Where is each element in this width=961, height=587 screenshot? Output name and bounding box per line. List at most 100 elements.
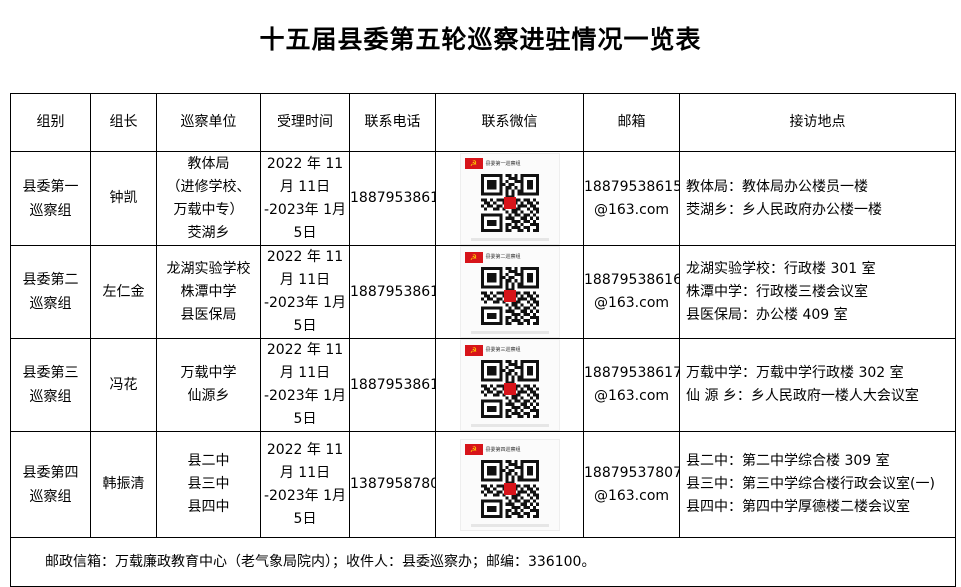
contact-wechat: ☭ 县委第一巡察组 bbox=[435, 151, 584, 246]
group-label: 县委第四巡察组 bbox=[22, 464, 79, 505]
acceptance-time: 2022 年 11 月 11日 -2023年 1月 5日 bbox=[260, 151, 350, 246]
email-line: 18879538615 bbox=[584, 178, 680, 195]
time-line: -2023年 1月 bbox=[263, 487, 347, 504]
inspected-units: 教体局 （进修学校、 万载中专） 茭湖乡 bbox=[156, 151, 261, 246]
contact-wechat: ☭ 县委第三巡察组 bbox=[435, 338, 584, 432]
party-emblem-icon: ☭ bbox=[464, 444, 483, 455]
table-row: 县委第三巡察组 冯花 万载中学 仙源乡 2022 年 11 月 11日 -2023年 1月 5… bbox=[10, 338, 956, 432]
time-line: 5日 bbox=[293, 224, 317, 241]
header-units: 巡察单位 bbox=[156, 93, 261, 152]
email-line: @163.com bbox=[593, 487, 670, 504]
page-title: 十五届县委第五轮巡察进驻情况一览表 bbox=[259, 25, 702, 54]
qr-code-icon bbox=[480, 459, 539, 518]
unit-name: 教体局 bbox=[187, 155, 230, 172]
address-line: 茭湖乡：乡人民政府办公楼一楼 bbox=[686, 201, 882, 218]
contact-email: 18879537807 @163.com bbox=[583, 431, 680, 538]
time-line: 2022 年 11 bbox=[266, 441, 344, 458]
wechat-qr-card: ☭ 县委第三巡察组 bbox=[459, 339, 560, 431]
mailing-info: 邮政信箱：万载廉政教育中心（老气象局院内）；收件人：县委巡察办；邮编：33610… bbox=[10, 537, 956, 587]
unit-name: 茭湖乡 bbox=[187, 224, 230, 241]
qr-account-name: 县委第四巡察组 bbox=[485, 446, 521, 453]
group-leader: 钟凯 bbox=[90, 151, 157, 246]
time-line: 5日 bbox=[293, 411, 317, 427]
email-line: @163.com bbox=[593, 388, 670, 404]
inspected-units: 县二中 县三中 县四中 bbox=[156, 431, 261, 538]
table-row: 县委第二巡察组 左仁金 龙湖实验学校 株潭中学 县医保局 2022 年 11 月 11日 -2… bbox=[10, 245, 956, 339]
contact-wechat: ☭ 县委第四巡察组 bbox=[435, 431, 584, 538]
qr-account-name: 县委第一巡察组 bbox=[485, 160, 521, 167]
wechat-qr-card: ☭ 县委第一巡察组 bbox=[459, 152, 560, 245]
contact-email: 18879538615 @163.com bbox=[583, 151, 680, 246]
unit-name: 万载中专） bbox=[173, 201, 244, 218]
address-line: 县三中：第三中学综合楼行政会议室(一) bbox=[686, 476, 935, 492]
visit-locations: 教体局：教体局办公楼员一楼 茭湖乡：乡人民政府办公楼一楼 bbox=[679, 151, 956, 246]
time-line: 5日 bbox=[293, 510, 317, 527]
contact-phone: 18879538617 bbox=[349, 338, 436, 432]
qr-code-icon bbox=[480, 267, 539, 325]
time-line: 月 11日 bbox=[279, 365, 331, 381]
address-line: 株潭中学：行政楼三楼会议室 bbox=[686, 283, 868, 300]
contact-phone: 18879538615 bbox=[349, 151, 436, 246]
qr-code-icon bbox=[480, 173, 539, 232]
group-label: 县委第三巡察组 bbox=[22, 365, 79, 405]
group-leader: 左仁金 bbox=[90, 245, 157, 339]
time-line: 2022 年 11 bbox=[266, 342, 344, 358]
header-phone: 联系电话 bbox=[349, 93, 436, 152]
qr-account-name: 县委第二巡察组 bbox=[485, 254, 521, 260]
qr-code-icon bbox=[480, 360, 539, 418]
header-wechat: 联系微信 bbox=[435, 93, 584, 152]
unit-name: 县二中 bbox=[187, 453, 230, 469]
wechat-qr-card: ☭ 县委第二巡察组 bbox=[459, 246, 560, 338]
qr-account-name: 县委第三巡察组 bbox=[485, 347, 521, 353]
unit-name: 县三中 bbox=[187, 476, 230, 492]
address-line: 仙 源 乡：乡人民政府一楼人大会议室 bbox=[686, 388, 919, 404]
unit-name: 万载中学 bbox=[180, 365, 237, 381]
group-name: 县委第三巡察组 bbox=[10, 338, 91, 432]
header-leader: 组长 bbox=[90, 93, 157, 152]
visit-locations: 县二中：第二中学综合楼 309 室县三中：第三中学综合楼行政会议室(一) 县四中：… bbox=[679, 431, 956, 538]
party-emblem-icon: ☭ bbox=[464, 158, 483, 169]
address-line: 县二中：第二中学综合楼 309 室 bbox=[686, 453, 890, 469]
time-line: 5日 bbox=[293, 318, 317, 334]
unit-name: 仙源乡 bbox=[187, 388, 230, 404]
group-name: 县委第四巡察组 bbox=[10, 431, 91, 538]
group-leader: 冯花 bbox=[90, 338, 157, 432]
header-time: 受理时间 bbox=[260, 93, 350, 152]
email-line: 18879537807 bbox=[584, 464, 680, 481]
time-line: 月 11日 bbox=[279, 178, 331, 195]
contact-email: 18879538617 @163.com bbox=[583, 338, 680, 432]
contact-phone: 13879587807 bbox=[349, 431, 436, 538]
unit-name: 县四中 bbox=[187, 499, 230, 515]
header-group: 组别 bbox=[10, 93, 91, 152]
footer-row: 邮政信箱：万载廉政教育中心（老气象局院内）；收件人：县委巡察办；邮编：33610… bbox=[10, 537, 956, 587]
acceptance-time: 2022 年 11 月 11日 -2023年 1月 5日 bbox=[260, 245, 350, 339]
unit-name: 龙湖实验学校 bbox=[166, 260, 251, 277]
unit-name: 株潭中学 bbox=[180, 283, 237, 300]
email-line: @163.com bbox=[593, 201, 670, 218]
group-name: 县委第一巡察组 bbox=[10, 151, 91, 246]
time-line: 月 11日 bbox=[279, 272, 331, 288]
wechat-qr-card: ☭ 县委第四巡察组 bbox=[459, 438, 560, 531]
header-address: 接访地点 bbox=[679, 93, 956, 152]
time-line: 2022 年 11 bbox=[266, 155, 344, 172]
inspection-table: 组别 组长 巡察单位 受理时间 联系电话 联系微信 邮箱 接访地点 县委第一巡察… bbox=[10, 93, 956, 587]
time-line: -2023年 1月 bbox=[263, 201, 347, 218]
unit-name: （进修学校、 bbox=[166, 178, 251, 195]
group-label: 县委第一巡察组 bbox=[22, 178, 79, 219]
table-row: 县委第四巡察组 韩振清 县二中 县三中 县四中 2022 年 11 月 11日 -2023年 … bbox=[10, 431, 956, 538]
group-leader: 韩振清 bbox=[90, 431, 157, 538]
visit-locations: 龙湖实验学校：行政楼 301 室株潭中学：行政楼三楼会议室 县医保局：办公楼 40… bbox=[679, 245, 956, 339]
address-line: 万载中学：万载中学行政楼 302 室 bbox=[686, 365, 904, 381]
email-line: 18879538616 bbox=[584, 272, 680, 288]
unit-name: 县医保局 bbox=[180, 306, 237, 323]
time-line: -2023年 1月 bbox=[263, 388, 347, 404]
party-emblem-icon: ☭ bbox=[464, 344, 483, 356]
group-name: 县委第二巡察组 bbox=[10, 245, 91, 339]
header-email: 邮箱 bbox=[583, 93, 680, 152]
address-line: 龙湖实验学校：行政楼 301 室 bbox=[686, 260, 876, 277]
inspected-units: 龙湖实验学校 株潭中学县医保局 bbox=[156, 245, 261, 339]
time-line: 月 11日 bbox=[279, 464, 331, 481]
address-line: 教体局：教体局办公楼员一楼 bbox=[686, 178, 868, 195]
contact-phone: 18879538616 bbox=[349, 245, 436, 339]
acceptance-time: 2022 年 11 月 11日 -2023年 1月 5日 bbox=[260, 431, 350, 538]
